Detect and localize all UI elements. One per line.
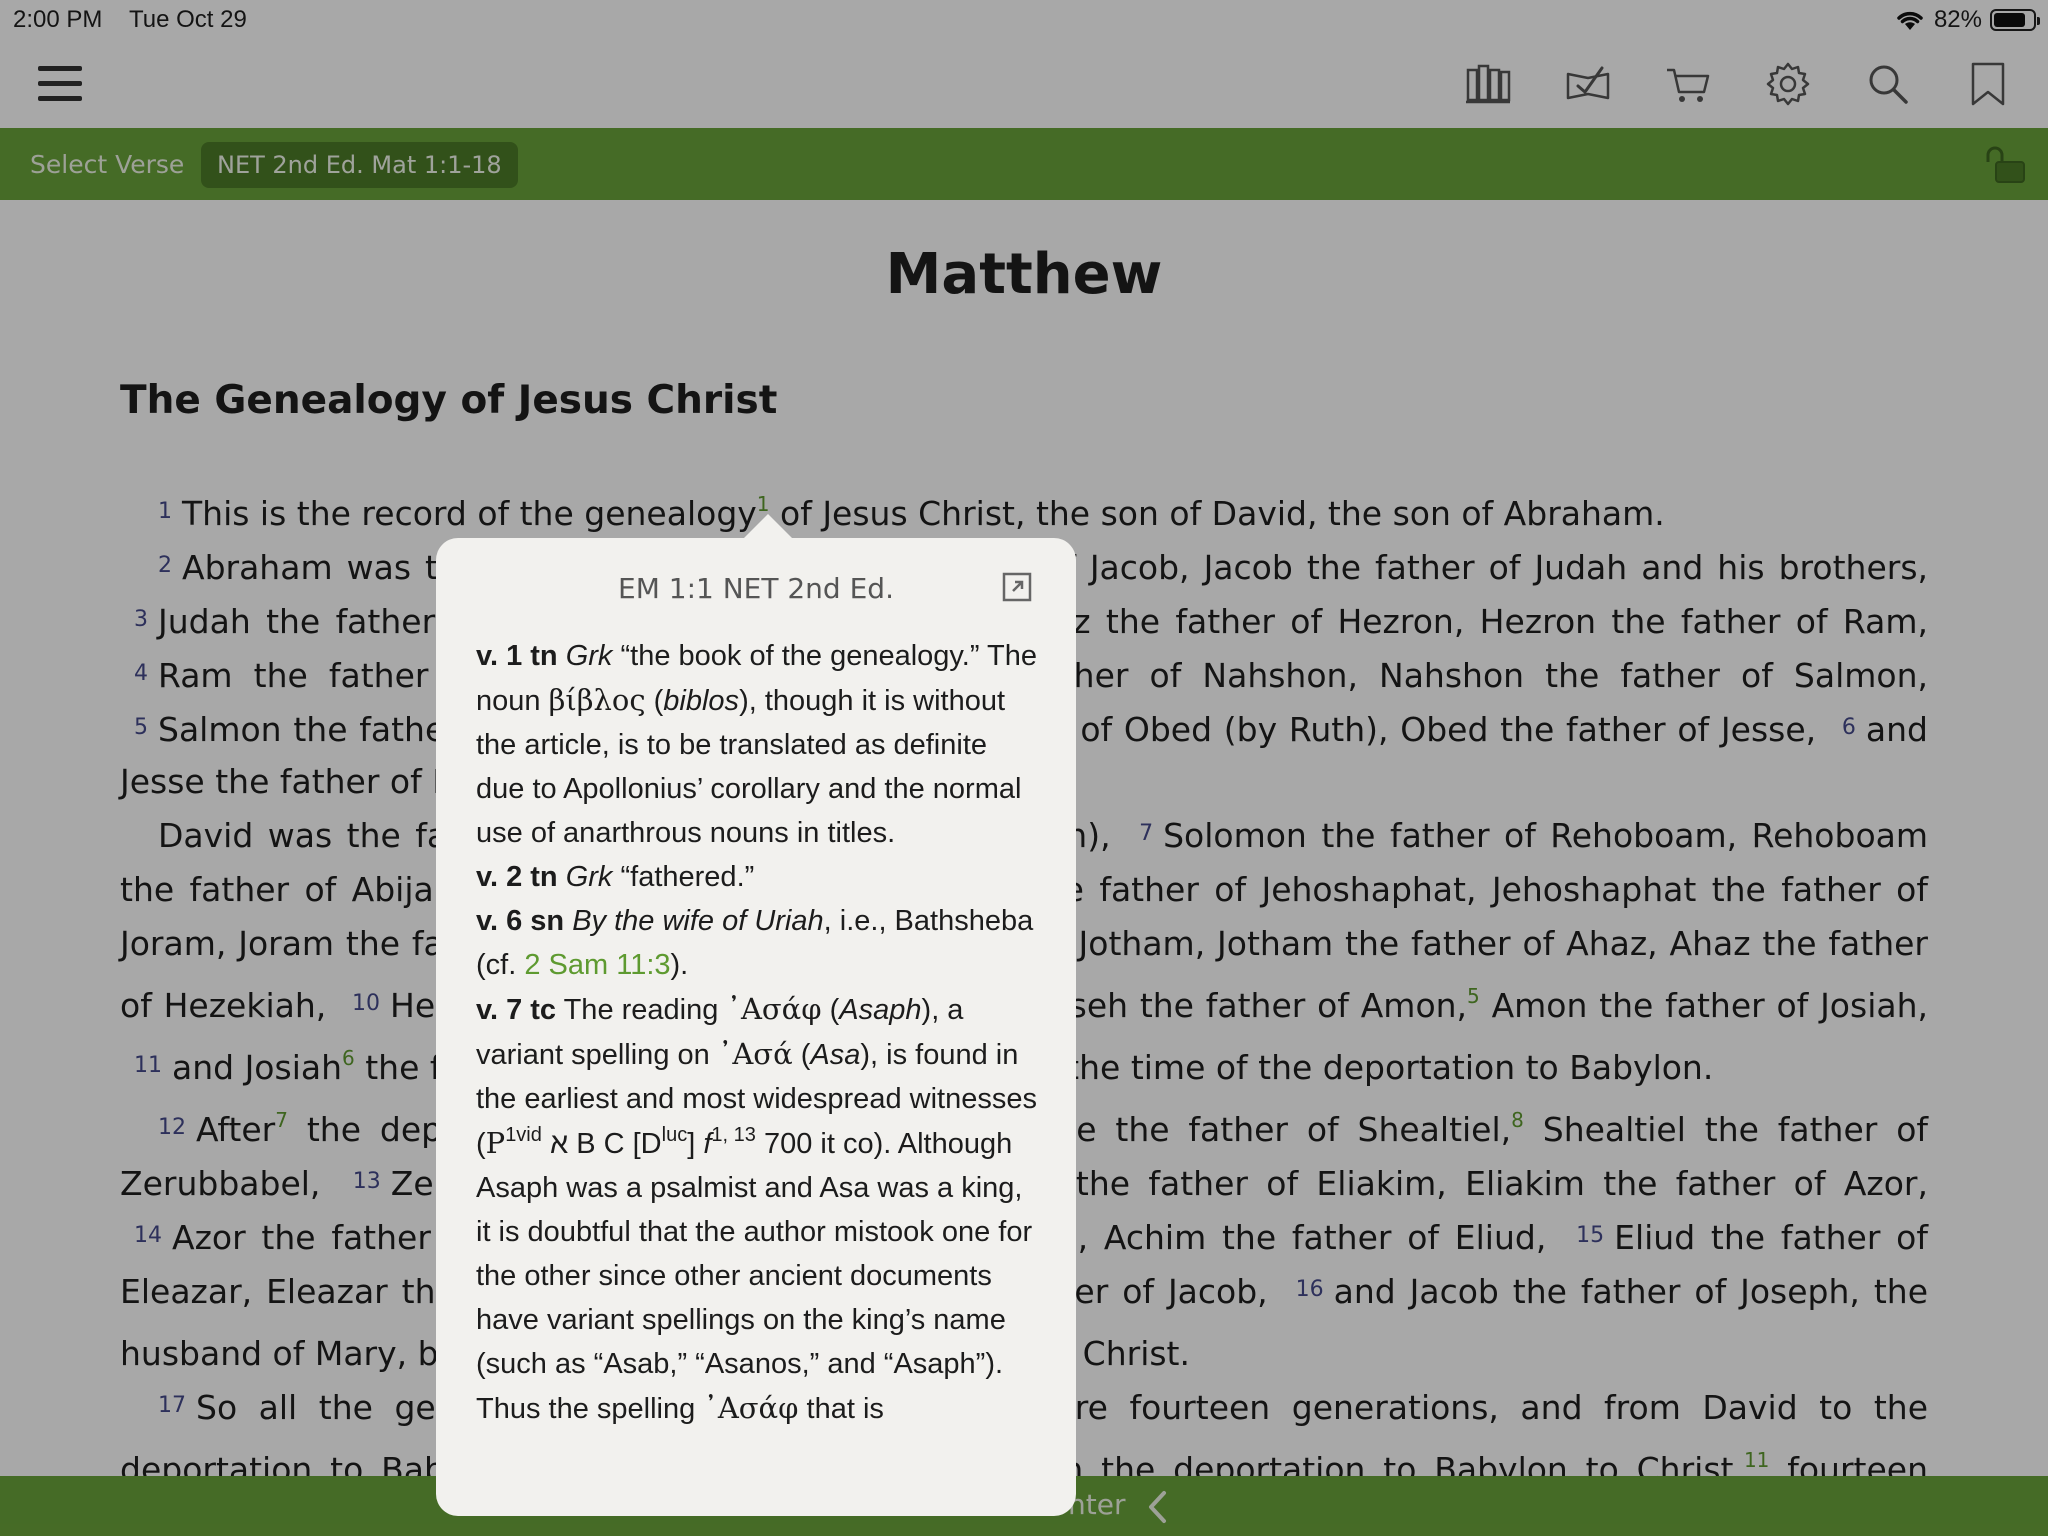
footnote-popover: EM 1:1 NET 2nd Ed. v. 1 tn Grk “the book…	[436, 538, 1076, 1516]
note-entry: v. 1 tn Grk “the book of the genealogy.”…	[476, 634, 1038, 855]
manuscript-list: א B C [D	[541, 1128, 662, 1160]
note-text: The reading	[556, 994, 727, 1026]
popover-body: v. 1 tn Grk “the book of the genealogy.”…	[476, 634, 1038, 1431]
greek-text: ᾽Ασά	[717, 1037, 793, 1071]
greek-text: ᾽Ασάφ	[726, 992, 822, 1026]
transliteration: biblos	[663, 685, 740, 717]
expand-icon[interactable]	[1002, 572, 1032, 602]
note-italic: By the wife of Uriah	[572, 905, 824, 937]
note-text: (	[645, 685, 664, 717]
note-abbrev: Grk	[565, 640, 613, 672]
note-entry: v. 7 tc The reading ᾽Ασάφ (Asaph), a var…	[476, 987, 1038, 1431]
note-text: ]	[687, 1128, 704, 1160]
manuscript-siglum: P	[485, 1126, 506, 1160]
note-text: “fathered.”	[612, 861, 755, 893]
note-label: v. 2 tn	[476, 861, 558, 893]
transliteration: Asa	[810, 1039, 861, 1071]
note-text: that is	[798, 1393, 884, 1425]
cross-reference-link[interactable]: 2 Sam 11:3	[524, 949, 670, 981]
note-text: (	[821, 994, 840, 1026]
transliteration: Asaph	[839, 994, 922, 1026]
siglum-superscript: 1, 13	[711, 1124, 756, 1146]
note-text: 700 it co). Although Asaph was a psalmis…	[476, 1128, 1033, 1425]
siglum-superscript: 1vid	[505, 1124, 542, 1146]
siglum-superscript: luc	[661, 1124, 688, 1146]
note-text: ).	[670, 949, 689, 981]
note-entry: v. 2 tn Grk “fathered.”	[476, 855, 1038, 899]
note-label: v. 7 tc	[476, 994, 557, 1026]
greek-text: ᾽Ασάφ	[703, 1391, 799, 1425]
note-abbrev: Grk	[565, 861, 613, 893]
note-label: v. 1 tn	[476, 640, 558, 672]
popover-arrow	[742, 514, 794, 540]
greek-text: βίβλος	[548, 683, 646, 717]
note-label: v. 6 sn	[476, 905, 565, 937]
note-entry: v. 6 sn By the wife of Uriah, i.e., Bath…	[476, 899, 1038, 987]
note-text: (	[792, 1039, 811, 1071]
popover-title: EM 1:1 NET 2nd Ed.	[618, 572, 894, 605]
